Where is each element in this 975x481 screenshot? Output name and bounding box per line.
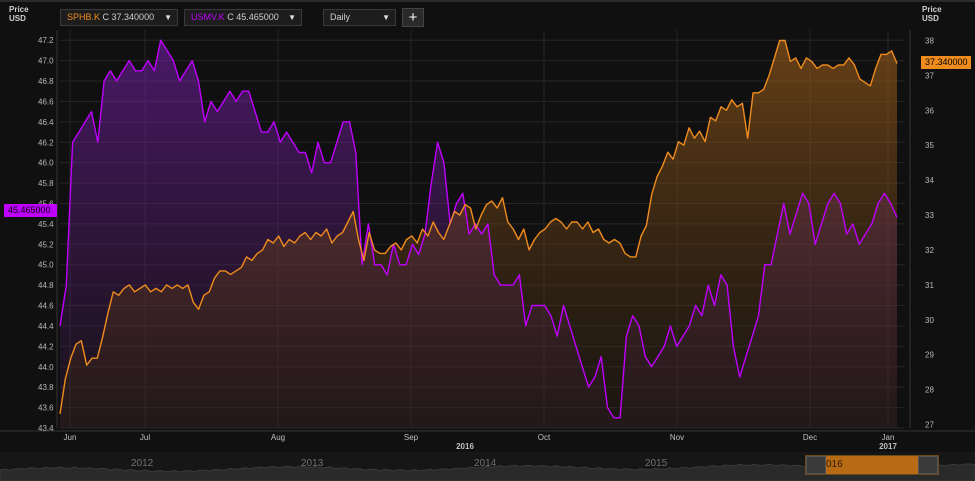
right-y-tick-label: 32	[925, 246, 934, 255]
left-y-tick-label: 47.2	[38, 36, 54, 45]
x-month-label: Sep	[404, 433, 419, 442]
timeline-year-2014: 2014	[474, 458, 497, 469]
right-y-tick-label: 33	[925, 211, 934, 220]
x-month-label: Jun	[64, 433, 77, 442]
left-y-tick-label: 46.2	[38, 138, 54, 147]
series2-symbol: USMV.K	[191, 12, 225, 22]
left-y-tick-label: 45.2	[38, 240, 54, 249]
left-y-tick-label: 44.4	[38, 322, 54, 331]
right-y-tick-label: 35	[925, 141, 934, 150]
left-y-tick-label: 46.4	[38, 118, 54, 127]
series1-value: C 37.340000	[102, 12, 155, 22]
add-series-button[interactable]: +	[402, 8, 424, 27]
left-y-tick-label: 45.8	[38, 179, 54, 188]
right-y-tick-label: 30	[925, 316, 934, 325]
x-month-label: Jul	[140, 433, 150, 442]
left-y-tick-label: 44.2	[38, 342, 54, 351]
x-year-label: 2017	[879, 442, 897, 451]
left-y-tick-label: 45.0	[38, 261, 54, 270]
interval-value: Daily	[330, 12, 351, 22]
x-month-label: Dec	[803, 433, 817, 442]
left-y-tick-label: 43.6	[38, 404, 54, 413]
series-fills	[60, 40, 897, 428]
series1-symbol: SPHB.K	[67, 12, 101, 22]
timeline-selection-window[interactable]: 016	[805, 455, 939, 475]
left-y-tick-label: 45.4	[38, 220, 54, 229]
right-y-tick-label: 38	[925, 36, 934, 45]
timeline-right-handle[interactable]	[918, 456, 938, 474]
right-y-tick-label: 27	[925, 421, 934, 430]
timeline-year-2013: 2013	[301, 458, 324, 469]
right-y-tick-label: 37	[925, 71, 934, 80]
left-y-tick-label: 43.8	[38, 383, 54, 392]
left-y-tick-label: 44.6	[38, 302, 54, 311]
x-year-label: 2016	[456, 442, 474, 451]
right-y-tick-label: 34	[925, 176, 934, 185]
usmv-last-price-tag: 45.465000	[4, 204, 57, 217]
left-y-tick-labels: 43.4 43.6 43.8 44.0 44.2 44.4 44.6 44.8 45.0 45.2…	[38, 36, 54, 433]
chevron-down-icon: ▼	[288, 13, 296, 22]
series2-value: C 45.465000	[227, 12, 279, 22]
left-y-tick-label: 47.0	[38, 57, 54, 66]
timeline-year-2015: 2015	[645, 458, 668, 469]
left-y-tick-label: 44.8	[38, 281, 54, 290]
right-y-tick-labels: 27 28 29 30 31 32 33 34 35 36 37 38	[925, 36, 934, 429]
chart-window: Price USD Price USD 43.4 43.6 43.8 44.0 44.2…	[0, 0, 975, 481]
right-y-tick-label: 31	[925, 281, 934, 290]
timeline-left-handle[interactable]	[806, 456, 826, 474]
series1-selector[interactable]: SPHB.K C 37.340000 ▼	[60, 9, 178, 26]
chevron-down-icon: ▼	[382, 13, 390, 22]
timeline-window-label: 016	[826, 459, 843, 470]
left-y-tick-label: 44.0	[38, 363, 54, 372]
chevron-down-icon: ▼	[164, 13, 172, 22]
left-y-tick-label: 46.0	[38, 159, 54, 168]
right-y-tick-label: 36	[925, 106, 934, 115]
x-month-label: Jan	[882, 433, 895, 442]
interval-select[interactable]: Daily ▼	[323, 9, 396, 26]
x-month-label: Aug	[271, 433, 285, 442]
right-y-tick-label: 29	[925, 351, 934, 360]
left-y-tick-label: 46.6	[38, 97, 54, 106]
left-y-tick-label: 46.8	[38, 77, 54, 86]
price-chart[interactable]: 43.4 43.6 43.8 44.0 44.2 44.4 44.6 44.8 45.0 45.2…	[0, 0, 975, 481]
x-month-label: Oct	[538, 433, 551, 442]
right-y-tick-label: 28	[925, 386, 934, 395]
left-y-tick-label: 43.4	[38, 424, 54, 433]
plus-icon: +	[408, 9, 418, 26]
timeline-year-2012: 2012	[131, 458, 154, 469]
series2-selector[interactable]: USMV.K C 45.465000 ▼	[184, 9, 302, 26]
x-tick-labels: Jun Jul Aug Sep Oct Nov Dec Jan 2016 2017	[64, 433, 898, 451]
x-month-label: Nov	[670, 433, 684, 442]
sphb-last-price-tag: 37.340000	[921, 56, 971, 69]
